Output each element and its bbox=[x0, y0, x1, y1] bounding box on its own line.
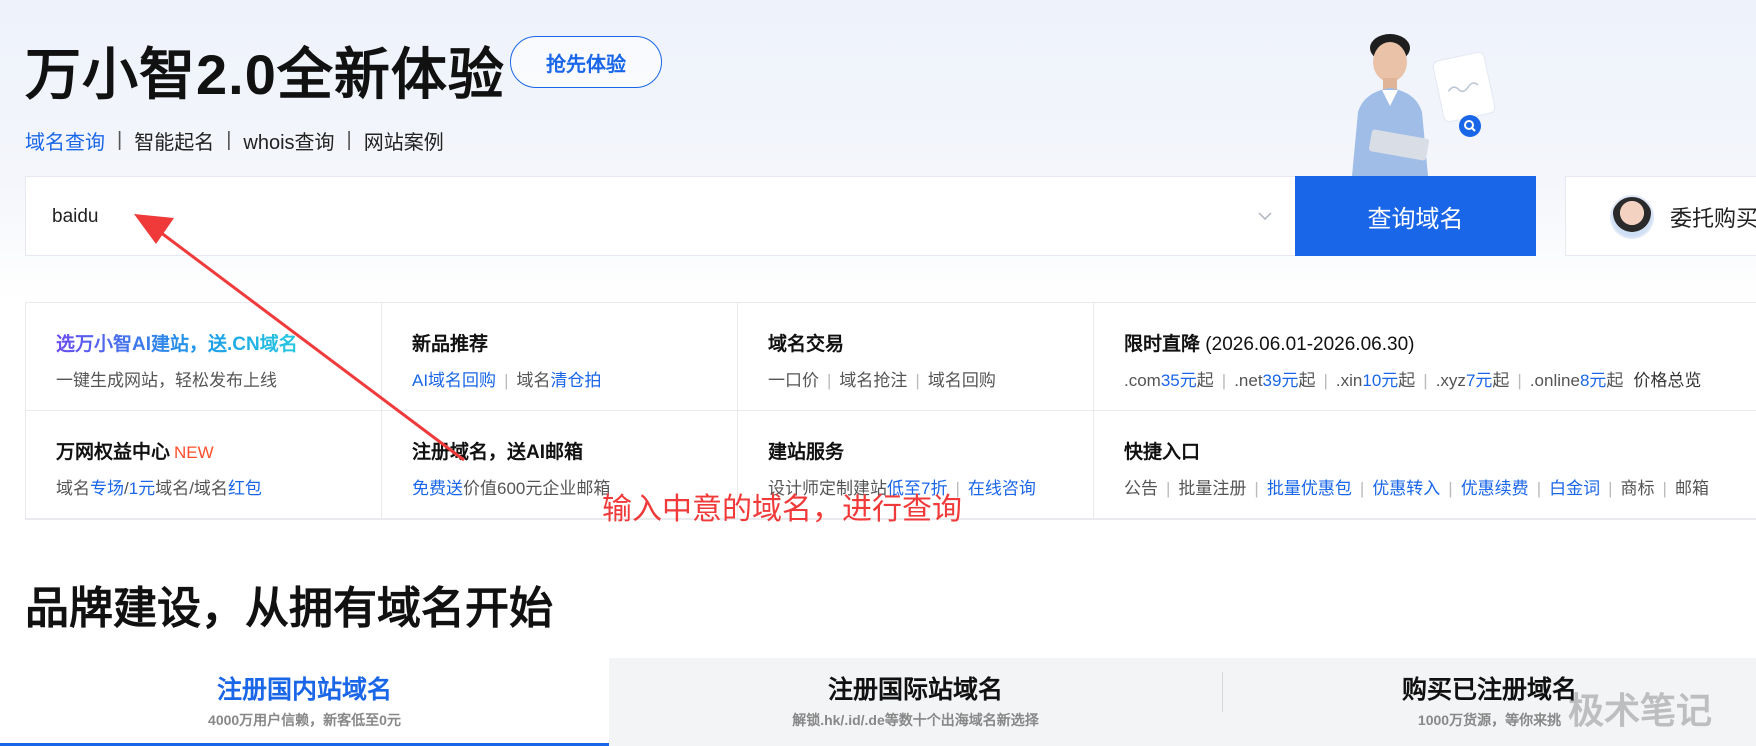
rights-text: 域名/域名 bbox=[155, 479, 228, 498]
tab-title: 注册国际站域名 bbox=[827, 676, 1003, 704]
nav-separator: | bbox=[226, 129, 232, 151]
rights-text: 域名 bbox=[56, 479, 90, 498]
chevron-down-icon[interactable] bbox=[1254, 205, 1276, 227]
separator: | bbox=[1448, 479, 1453, 498]
page-title: 万小智2.0全新体验 bbox=[25, 43, 505, 106]
domain-snipe-link[interactable]: 域名抢注 bbox=[839, 371, 907, 390]
brand-section-title: 品牌建设，从拥有域名开始 bbox=[25, 584, 553, 633]
search-domain-button[interactable]: 查询域名 bbox=[1295, 176, 1536, 256]
price-item[interactable]: .xyz7元起 bbox=[1436, 371, 1510, 390]
free-gift-link[interactable]: 免费送 bbox=[412, 479, 463, 498]
broker-avatar bbox=[1610, 195, 1654, 239]
nav-domain-query[interactable]: 域名查询 bbox=[25, 126, 105, 155]
separator: | bbox=[1221, 371, 1227, 390]
try-now-button[interactable]: 抢先体验 bbox=[510, 36, 662, 88]
watermark-text: 极术笔记 bbox=[1568, 690, 1713, 731]
clearance-auction-link[interactable]: 清仓拍 bbox=[550, 371, 601, 390]
feature-rights-center: 万网权益中心 NEW 域名专场/1元域名/域名红包 bbox=[26, 411, 382, 519]
nav-separator: | bbox=[117, 129, 123, 151]
separator: | bbox=[1166, 479, 1171, 498]
quick-entry-link[interactable]: 白金词 bbox=[1549, 479, 1600, 498]
domain-search-box bbox=[25, 176, 1295, 256]
separator: | bbox=[1662, 479, 1667, 498]
search-mode-nav: 域名查询 | 智能起名 | whois查询 | 网站案例 bbox=[25, 126, 444, 155]
feature-domain-trade: 域名交易 一口价 | 域名抢注 | 域名回购 bbox=[738, 303, 1094, 411]
separator: | bbox=[1323, 371, 1328, 390]
separator: | bbox=[1608, 479, 1613, 498]
domain-tabs: 注册国内站域名 4000万用户信赖，新客低至0元 注册国际站域名 解锁.hk/.… bbox=[0, 658, 1756, 746]
flash-sale-dates: (2026.06.01-2026.06.30) bbox=[1205, 334, 1415, 355]
feature-new-products: 新品推荐 AI域名回购 | 域名清仓拍 bbox=[382, 303, 738, 411]
tab-subtitle: 4000万用户信赖，新客低至0元 bbox=[208, 712, 401, 728]
tab-domestic-register[interactable]: 注册国内站域名 4000万用户信赖，新客低至0元 bbox=[0, 658, 609, 746]
nav-whois-query[interactable]: whois查询 bbox=[243, 126, 334, 155]
new-products-title: 新品推荐 bbox=[412, 334, 489, 355]
fixed-price-link[interactable]: 一口价 bbox=[768, 371, 819, 390]
broker-purchase-button[interactable]: 委托购买 bbox=[1565, 176, 1756, 256]
price-list: .com35元起 | .net39元起 | .xin10元起 | .xyz7元起 | .onli… bbox=[1124, 366, 1756, 391]
domain-search-input[interactable] bbox=[52, 201, 1202, 233]
new-badge: NEW bbox=[174, 443, 214, 462]
price-item[interactable]: .online8元起 bbox=[1530, 371, 1624, 390]
separator: | bbox=[1254, 479, 1259, 498]
quick-entry-link[interactable]: 邮箱 bbox=[1675, 479, 1709, 498]
separator: | bbox=[1517, 371, 1522, 390]
flash-sale-title: 限时直降 bbox=[1124, 334, 1201, 355]
nav-site-cases[interactable]: 网站案例 bbox=[364, 126, 444, 155]
ai-site-title: 选万小智AI建站，送.CN域名 bbox=[56, 334, 298, 355]
rights-center-title: 万网权益中心 bbox=[56, 442, 171, 463]
separator: | bbox=[1359, 479, 1365, 498]
quick-entry-link[interactable]: 公告 bbox=[1124, 479, 1158, 498]
quick-entry-link[interactable]: 优惠续费 bbox=[1461, 479, 1529, 498]
feature-ai-site[interactable]: 选万小智AI建站，送.CN域名 一键生成网站，轻松发布上线 bbox=[26, 303, 382, 411]
ai-site-sub: 一键生成网站，轻松发布上线 bbox=[56, 371, 277, 390]
nav-separator: | bbox=[346, 129, 352, 151]
quick-entry-list: 公告 | 批量注册 | 批量优惠包 | 优惠转入 | 优惠续费 | 白金词 | 商标 | 邮箱 bbox=[1124, 474, 1756, 499]
special-link[interactable]: 专场 bbox=[90, 479, 124, 498]
domain-trade-title: 域名交易 bbox=[768, 334, 845, 355]
person-illustration bbox=[1352, 34, 1496, 176]
annotation-text: 输入中意的域名，进行查询 bbox=[602, 493, 962, 526]
tab-subtitle: 解锁.hk/.id/.de等数十个出海域名新选择 bbox=[792, 712, 1039, 728]
clearance-prefix: 域名 bbox=[516, 371, 551, 390]
price-item[interactable]: .com35元起 bbox=[1124, 371, 1214, 390]
broker-label: 委托购买 bbox=[1670, 206, 1756, 231]
tab-international-register[interactable]: 注册国际站域名 解锁.hk/.id/.de等数十个出海域名新选择 bbox=[609, 658, 1222, 746]
domain-buyback-link[interactable]: 域名回购 bbox=[928, 371, 996, 390]
price-item[interactable]: .xin10元起 bbox=[1336, 371, 1415, 390]
red-packet-link[interactable]: 红包 bbox=[228, 479, 262, 498]
tab-title: 注册国内站域名 bbox=[216, 676, 392, 704]
site-service-title: 建站服务 bbox=[768, 442, 845, 463]
price-overview-link[interactable]: 价格总览 bbox=[1633, 371, 1701, 390]
quick-entry-link[interactable]: 优惠转入 bbox=[1372, 479, 1440, 498]
price-item[interactable]: .net39元起 bbox=[1234, 371, 1315, 390]
separator: | bbox=[1423, 371, 1428, 390]
quick-entry-link[interactable]: 批量优惠包 bbox=[1267, 479, 1352, 498]
quick-entry-link[interactable]: 批量注册 bbox=[1178, 479, 1246, 498]
online-consult-link[interactable]: 在线咨询 bbox=[968, 479, 1036, 498]
separator: | bbox=[1536, 479, 1542, 498]
register-mail-sub: 价值600元企业邮箱 bbox=[463, 479, 611, 498]
quick-entry-link[interactable]: 商标 bbox=[1621, 479, 1655, 498]
ai-domain-buyback-link[interactable]: AI域名回购 bbox=[412, 371, 496, 390]
nav-smart-naming[interactable]: 智能起名 bbox=[134, 126, 214, 155]
one-yuan-link[interactable]: 1元 bbox=[129, 479, 155, 498]
register-mail-title: 注册域名，送AI邮箱 bbox=[412, 442, 584, 463]
quick-entry-title: 快捷入口 bbox=[1124, 442, 1201, 463]
feature-flash-sale: 限时直降 (2026.06.01-2026.06.30) .com35元起 | .n… bbox=[1094, 303, 1756, 411]
feature-quick-entry: 快捷入口 公告 | 批量注册 | 批量优惠包 | 优惠转入 | 优惠续费 | 白金词 | 商标 | 邮箱 bbox=[1094, 411, 1756, 519]
